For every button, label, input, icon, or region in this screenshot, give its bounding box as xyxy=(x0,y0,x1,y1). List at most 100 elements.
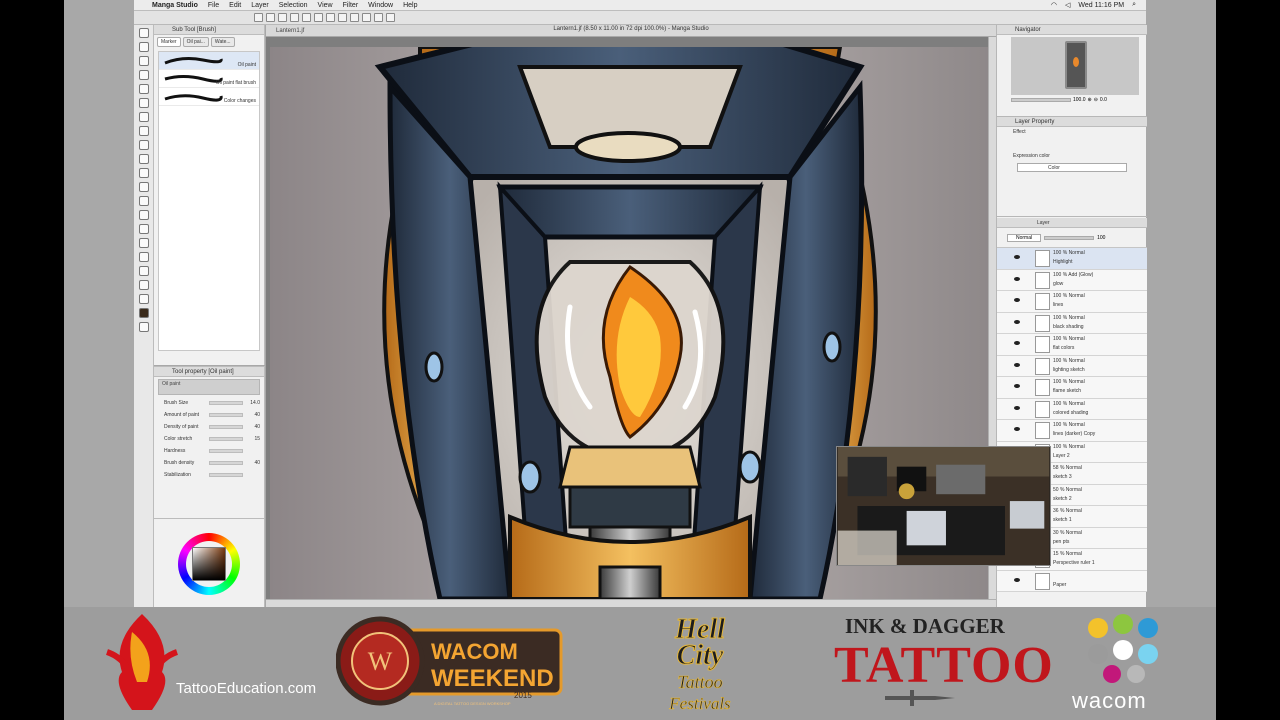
brush-item[interactable]: Oil paint xyxy=(159,52,259,70)
tab-oil-paint[interactable]: Oil pai... xyxy=(182,37,209,47)
eraser-tool-icon[interactable] xyxy=(138,196,149,206)
balloon-tool-icon[interactable] xyxy=(138,280,149,290)
prop-slider[interactable] xyxy=(209,425,243,429)
layer-name[interactable]: glow xyxy=(1053,281,1063,287)
layer-name[interactable]: flat colors xyxy=(1053,345,1074,351)
prop-row-color-stretch[interactable]: Color stretch 15 xyxy=(154,433,264,445)
rotate-value[interactable]: 0.0 xyxy=(1100,97,1107,103)
layer-row[interactable]: 100 % Normal flame sketch xyxy=(997,377,1147,399)
layer-name[interactable]: colored shading xyxy=(1053,410,1088,416)
prop-slider[interactable] xyxy=(209,461,243,465)
opacity-value[interactable]: 100 xyxy=(1097,235,1105,241)
layer-name[interactable]: sketch 3 xyxy=(1053,474,1072,480)
prop-slider[interactable] xyxy=(209,473,243,477)
prop-row-amount-of-paint[interactable]: Amount of paint 40 xyxy=(154,409,264,421)
color-saturation-square[interactable] xyxy=(192,547,226,581)
eye-icon[interactable] xyxy=(1014,577,1020,582)
layer-name[interactable]: lines (darker) Copy xyxy=(1053,431,1095,437)
zoom-value[interactable]: 100.0 xyxy=(1073,97,1086,103)
zoom-slider[interactable] xyxy=(1011,98,1071,102)
navigator-thumbnail[interactable] xyxy=(1011,37,1139,95)
color-wheel[interactable] xyxy=(178,533,240,595)
invert-selection-icon[interactable] xyxy=(374,13,383,22)
brush-item[interactable]: Color changes xyxy=(159,88,259,106)
prop-value[interactable]: 40 xyxy=(246,424,260,430)
pen-tool-icon[interactable] xyxy=(138,126,149,136)
prop-slider[interactable] xyxy=(209,437,243,441)
decoration-tool-icon[interactable] xyxy=(138,182,149,192)
auto-select-icon[interactable] xyxy=(138,98,149,108)
tab-marker[interactable]: Marker xyxy=(157,37,181,47)
zoom-out-icon[interactable]: ⊖ xyxy=(1094,97,1098,103)
brush-item[interactable]: Oil paint flat brush xyxy=(159,70,259,88)
expression-color-select[interactable]: Color xyxy=(1017,163,1127,172)
menu-file[interactable]: File xyxy=(208,2,219,9)
prop-value[interactable]: 15 xyxy=(246,436,260,442)
settings-icon[interactable] xyxy=(338,13,347,22)
help-icon[interactable] xyxy=(386,13,395,22)
layer-name[interactable]: flame sketch xyxy=(1053,388,1081,394)
layer-row[interactable]: 100 % Add (Glow) glow xyxy=(997,269,1147,291)
prop-row-brush-size[interactable]: Brush Size 14.0 xyxy=(154,397,264,409)
blend-tool-icon[interactable] xyxy=(138,210,149,220)
eye-icon[interactable] xyxy=(1014,362,1020,367)
redo-icon[interactable] xyxy=(302,13,311,22)
layer-row[interactable]: 100 % Normal lines xyxy=(997,291,1147,313)
wifi-icon[interactable]: ◠ xyxy=(1051,1,1057,9)
prop-row-brush-density[interactable]: Brush density 40 xyxy=(154,457,264,469)
menu-app-name[interactable]: Manga Studio xyxy=(152,2,198,9)
layer-name[interactable]: sketch 2 xyxy=(1053,496,1072,502)
prop-value[interactable]: 14.0 xyxy=(246,400,260,406)
sub-color-swatch[interactable] xyxy=(138,322,149,332)
prop-value[interactable]: 40 xyxy=(246,460,260,466)
layer-row[interactable]: 100 % Normal black shading xyxy=(997,312,1147,334)
fill-tool-icon[interactable] xyxy=(138,224,149,234)
layer-row[interactable]: 100 % Normal colored shading xyxy=(997,398,1147,420)
figure-tool-icon[interactable] xyxy=(138,252,149,262)
new-file-icon[interactable] xyxy=(254,13,263,22)
eye-icon[interactable] xyxy=(1014,427,1020,431)
prop-row-hardness[interactable]: Hardness xyxy=(154,445,264,457)
layer-name[interactable]: Paper xyxy=(1053,582,1066,588)
operation-tool-icon[interactable] xyxy=(138,56,149,66)
layer-row[interactable]: 100 % Normal flat colors xyxy=(997,334,1147,356)
menu-selection[interactable]: Selection xyxy=(279,2,308,9)
layer-name[interactable]: lighting sketch xyxy=(1053,367,1085,373)
save-icon[interactable] xyxy=(278,13,287,22)
text-tool-icon[interactable] xyxy=(138,266,149,276)
menubar-clock[interactable]: Wed 11:16 PM xyxy=(1078,2,1124,9)
layer-name[interactable]: pen pts xyxy=(1053,539,1069,545)
zoom-tool-icon[interactable] xyxy=(138,28,149,38)
layer-row[interactable]: 100 % Normal Highlight xyxy=(997,248,1147,270)
brush-tool-icon[interactable] xyxy=(138,154,149,164)
layer-name[interactable]: Highlight xyxy=(1053,259,1072,265)
eye-icon[interactable] xyxy=(1014,298,1020,302)
layer-name[interactable]: Layer 2 xyxy=(1053,453,1070,459)
layer-name[interactable]: lines xyxy=(1053,302,1063,308)
pencil-tool-icon[interactable] xyxy=(138,140,149,150)
menu-filter[interactable]: Filter xyxy=(343,2,359,9)
eye-icon[interactable] xyxy=(1014,255,1020,259)
layer-name[interactable]: Perspective ruler 1 xyxy=(1053,560,1095,566)
prop-slider[interactable] xyxy=(209,401,243,405)
prop-slider[interactable] xyxy=(209,413,243,417)
menu-edit[interactable]: Edit xyxy=(229,2,241,9)
prop-value[interactable]: 40 xyxy=(246,412,260,418)
opacity-slider[interactable] xyxy=(1044,235,1095,240)
eyedropper-icon[interactable] xyxy=(138,112,149,122)
prop-row-density-of-paint[interactable]: Density of paint 40 xyxy=(154,421,264,433)
layer-name[interactable]: black shading xyxy=(1053,324,1084,330)
layer-name[interactable]: sketch 1 xyxy=(1053,517,1072,523)
move-layer-icon[interactable] xyxy=(138,70,149,80)
zoom-in-icon[interactable]: ⊕ xyxy=(1088,97,1092,103)
menu-help[interactable]: Help xyxy=(403,2,417,9)
main-color-swatch[interactable] xyxy=(138,308,149,318)
selection-tool-icon[interactable] xyxy=(138,84,149,94)
undo-icon[interactable] xyxy=(290,13,299,22)
eye-icon[interactable] xyxy=(1014,341,1020,345)
layer-row[interactable]: 100 % Normal lines (darker) Copy xyxy=(997,420,1147,442)
tab-watercolor[interactable]: Wate... xyxy=(210,37,235,47)
prop-slider[interactable] xyxy=(209,449,243,453)
move-tool-icon[interactable] xyxy=(138,42,149,52)
eye-icon[interactable] xyxy=(1014,276,1020,281)
